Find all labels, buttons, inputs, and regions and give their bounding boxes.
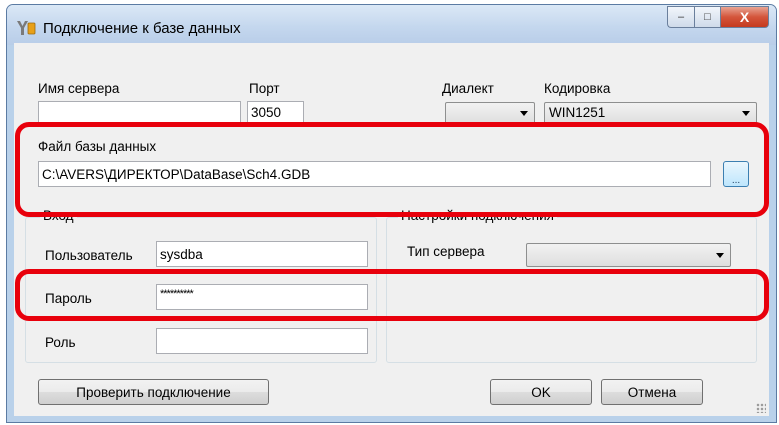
close-button[interactable]: X: [721, 6, 769, 28]
ok-button[interactable]: OK: [490, 379, 592, 405]
chevron-down-icon: [716, 253, 724, 258]
server-type-label: Тип сервера: [407, 244, 485, 259]
highlight-password: [15, 269, 769, 321]
resize-grip-icon[interactable]: [756, 403, 766, 413]
user-input[interactable]: sysdba: [156, 241, 368, 267]
role-label: Роль: [45, 335, 76, 350]
chevron-down-icon: [742, 111, 750, 116]
dialect-label: Диалект: [442, 81, 494, 96]
maximize-button[interactable]: □: [694, 6, 721, 28]
highlight-db-file: [15, 122, 769, 217]
caption-buttons: – □ X: [667, 6, 769, 28]
maximize-icon: □: [704, 11, 711, 23]
server-name-label: Имя сервера: [38, 81, 120, 96]
role-input[interactable]: [156, 328, 368, 354]
server-type-select[interactable]: [526, 243, 731, 267]
chevron-down-icon: [520, 111, 528, 116]
test-connection-button[interactable]: Проверить подключение: [38, 379, 269, 405]
minimize-button[interactable]: –: [667, 6, 694, 28]
port-label: Порт: [249, 81, 280, 96]
minimize-icon: –: [677, 11, 685, 23]
cancel-button[interactable]: Отмена: [601, 379, 703, 405]
title-bar[interactable]: Подключение к базе данных – □ X: [7, 5, 776, 45]
window-title: Подключение к базе данных: [43, 20, 241, 37]
dialog-body: Имя сервера Порт 3050 Диалект Кодировка …: [14, 43, 769, 416]
encoding-value: WIN1251: [549, 105, 606, 120]
app-icon: [17, 21, 36, 35]
close-icon: X: [739, 9, 750, 25]
encoding-label: Кодировка: [544, 81, 611, 96]
server-name-input[interactable]: [38, 101, 241, 123]
user-label: Пользователь: [45, 248, 133, 263]
port-input[interactable]: 3050: [247, 101, 304, 123]
